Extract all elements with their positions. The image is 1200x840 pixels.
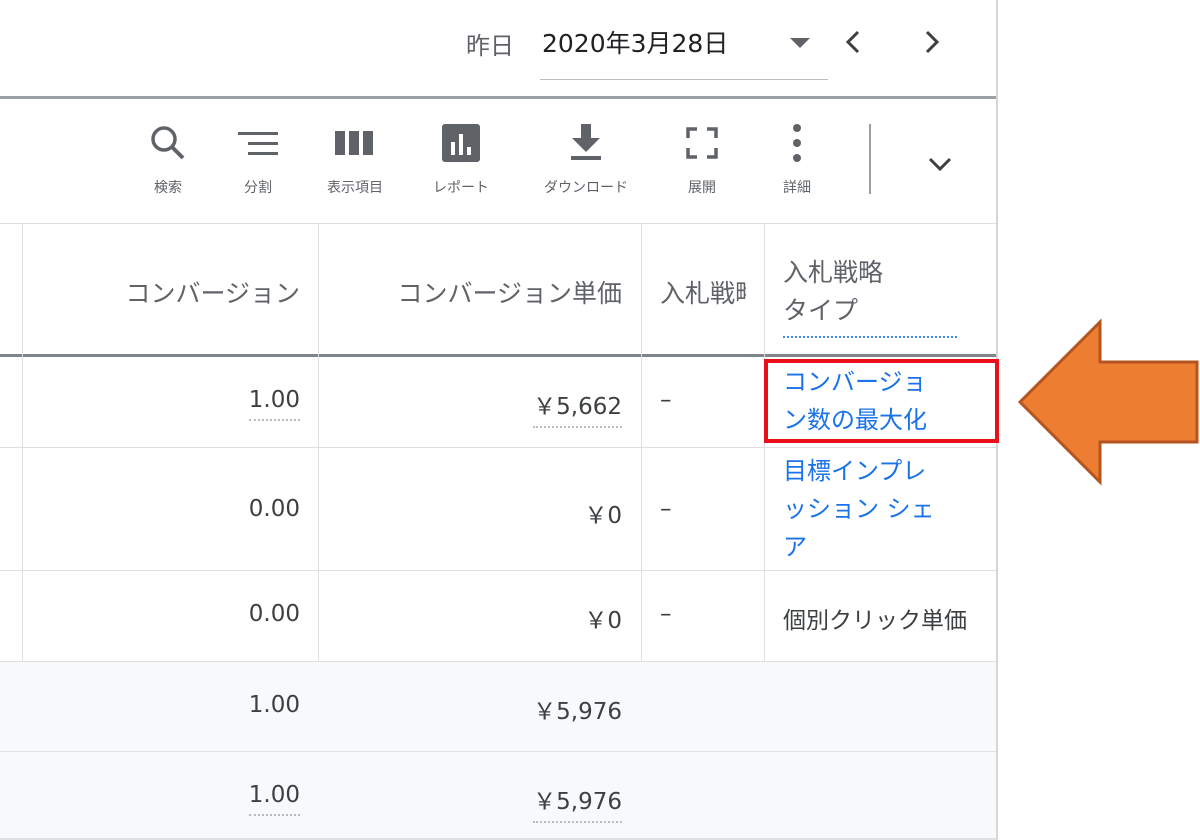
download-icon <box>571 124 601 160</box>
expand-button[interactable]: 展開 <box>647 121 757 197</box>
left-arrow-icon <box>1017 318 1199 486</box>
bid-strategy-type-line2: ッション シェ <box>783 495 935 523</box>
toolbar-divider <box>869 124 871 194</box>
header-tooltip-underline <box>783 336 957 338</box>
collapse-toolbar-button[interactable] <box>920 145 960 185</box>
next-date-button[interactable] <box>914 22 950 62</box>
highlight-box <box>764 359 999 443</box>
conversions-total: 1.00 <box>248 692 300 718</box>
header-bid-strategy-type-line1: 入札戦略 <box>783 258 884 287</box>
conversions-value: 1.00 <box>248 387 300 421</box>
date-range-value[interactable]: 2020年3月28日 <box>542 24 728 60</box>
date-underline <box>540 79 828 80</box>
header-bid-strategy[interactable]: 入札戦略 <box>660 274 746 310</box>
cost-per-conversion-value: ￥5,662 <box>533 394 622 428</box>
header-cost-per-conversion[interactable]: コンバージョン単価 <box>320 274 622 310</box>
header-bid-strategy-type-line2: タイプ <box>783 296 859 325</box>
dropdown-arrow-icon[interactable] <box>790 38 810 48</box>
download-label: ダウンロード <box>544 180 628 196</box>
segment-button[interactable]: 分割 <box>203 121 313 197</box>
date-bar: 昨日 2020年3月28日 <box>0 0 996 96</box>
cost-per-conversion-total: ￥5,976 <box>533 789 622 823</box>
conversions-total: 1.00 <box>248 782 300 816</box>
fullscreen-icon <box>686 127 718 159</box>
toolbar: 検索 分割 表示項目 レポート ダウンロード 展開 詳細 <box>0 99 996 223</box>
conversions-value: 0.00 <box>248 496 300 522</box>
chevron-right-icon <box>925 30 940 54</box>
table-header: コンバージョン コンバージョン単価 入札戦略 入札戦略 タイプ <box>0 223 996 356</box>
download-button[interactable]: ダウンロード <box>531 121 641 197</box>
segment-label: 分割 <box>244 180 272 196</box>
bid-strategy-type-line3: ア <box>783 533 807 561</box>
chevron-down-icon <box>928 157 952 172</box>
previous-date-button[interactable] <box>836 22 872 62</box>
cost-per-conversion-value: ￥0 <box>584 503 622 529</box>
bid-strategy-value: – <box>660 601 672 627</box>
report-chart-icon <box>442 124 480 162</box>
header-conversions[interactable]: コンバージョン <box>20 274 300 310</box>
table-row: 0.00 ￥0 – 個別クリック単価 <box>0 571 996 662</box>
segment-icon <box>238 132 278 155</box>
expand-label: 展開 <box>688 180 716 196</box>
columns-label: 表示項目 <box>327 180 383 196</box>
conversions-value: 0.00 <box>248 601 300 627</box>
header-bid-strategy-type[interactable]: 入札戦略 タイプ <box>783 254 957 338</box>
search-icon <box>151 126 185 160</box>
report-button[interactable]: レポート <box>406 121 516 197</box>
total-row: 1.00 ￥5,976 <box>0 662 996 752</box>
table-row: 0.00 ￥0 – 目標インプレ ッション シェ ア <box>0 448 996 571</box>
bid-strategy-value: – <box>660 387 672 413</box>
columns-icon <box>335 131 373 155</box>
cost-per-conversion-value: ￥0 <box>584 608 622 634</box>
report-label: レポート <box>433 180 489 196</box>
chevron-left-icon <box>845 30 860 54</box>
details-label: 詳細 <box>783 180 811 196</box>
bid-strategy-type-line1: 目標インプレ <box>783 457 927 485</box>
date-range-label: 昨日 <box>466 32 514 60</box>
bid-strategy-type-value: 個別クリック単価 <box>783 608 967 634</box>
bid-strategy-type-link[interactable]: 目標インプレ ッション シェ ア <box>783 452 935 566</box>
annotation-arrow <box>1016 318 1200 492</box>
columns-button[interactable]: 表示項目 <box>300 121 410 197</box>
total-row: 1.00 ￥5,976 <box>0 752 996 838</box>
more-vertical-icon <box>793 124 801 162</box>
campaign-table: コンバージョン コンバージョン単価 入札戦略 入札戦略 タイプ 1.00 ￥5,… <box>0 223 996 838</box>
details-button[interactable]: 詳細 <box>742 121 852 197</box>
bid-strategy-value: – <box>660 496 672 522</box>
cost-per-conversion-total: ￥5,976 <box>533 699 622 725</box>
